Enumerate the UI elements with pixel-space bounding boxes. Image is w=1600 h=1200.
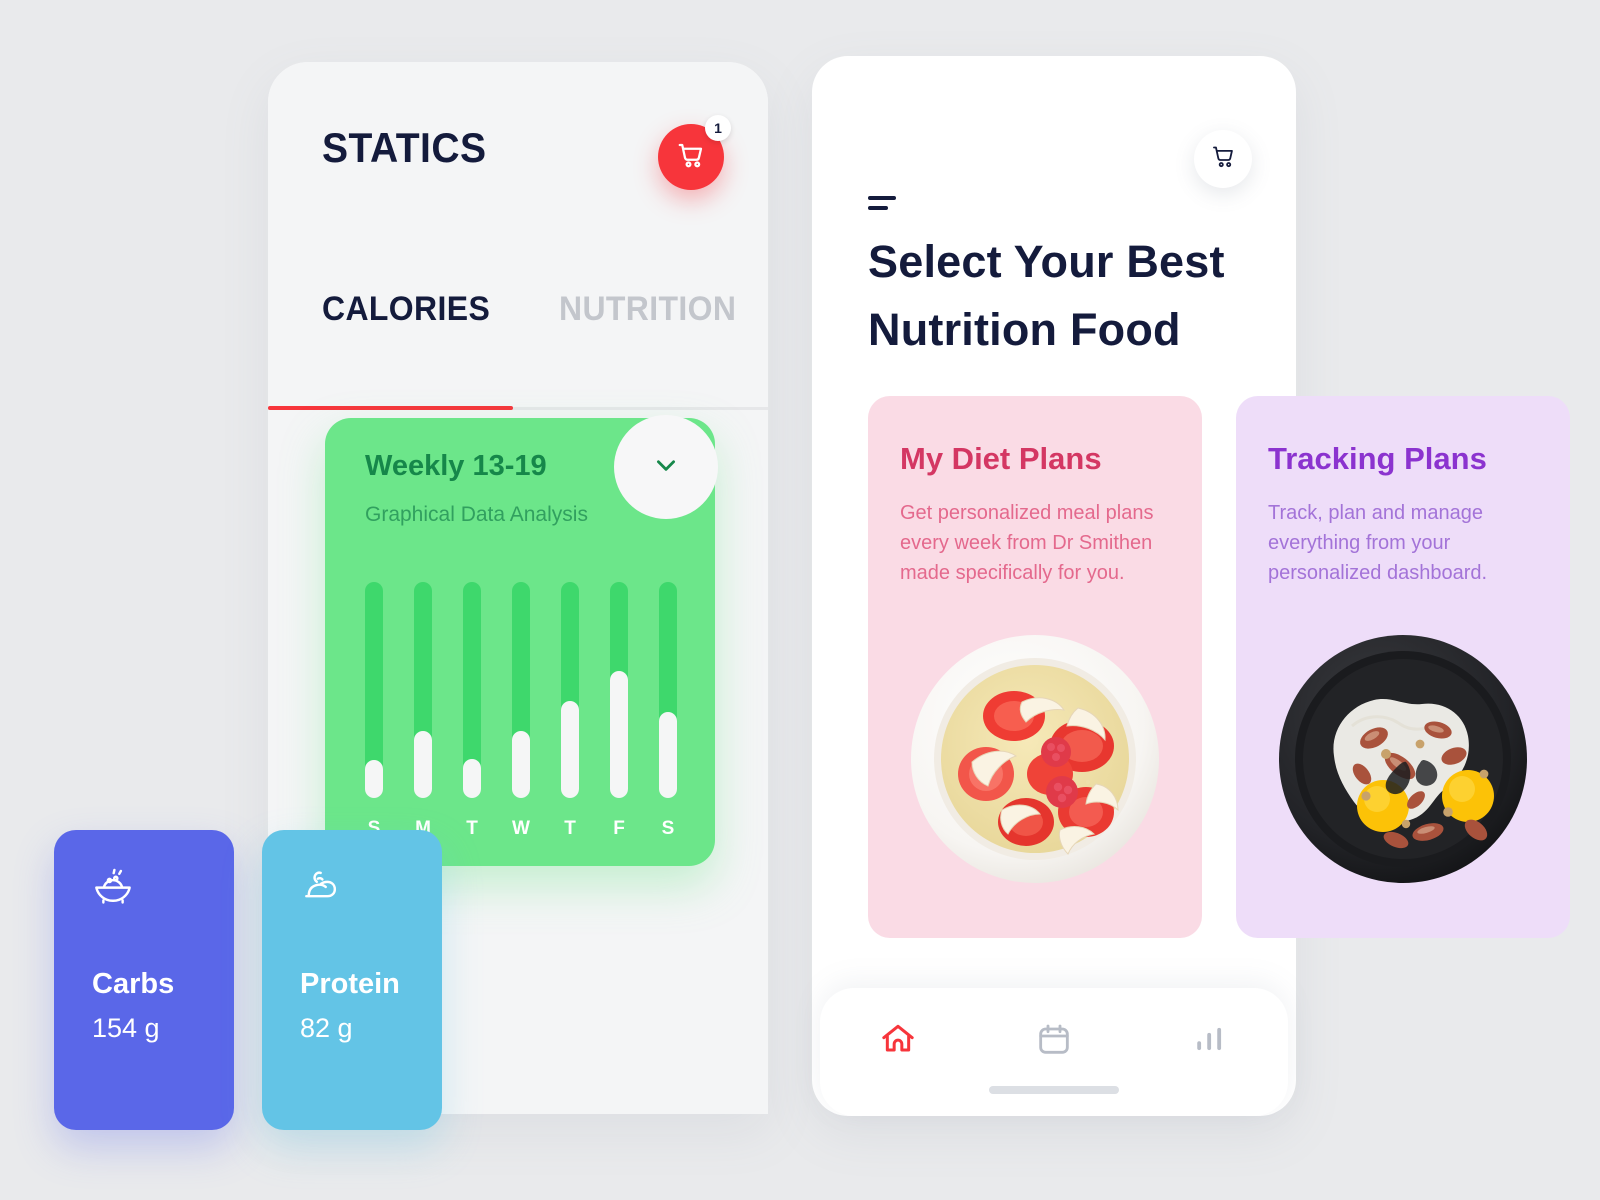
bar-fill-thursday <box>561 701 579 798</box>
plan-description-tracking: Track, plan and manage everything from y… <box>1268 502 1488 584</box>
axis-label-2: T <box>466 818 478 839</box>
plan-card-tracking[interactable]: Tracking Plans Track, plan and manage ev… <box>1236 396 1570 938</box>
bottom-navigation-bar <box>820 988 1288 1116</box>
nav-item-stats[interactable] <box>1132 1019 1288 1064</box>
bar-fill-sunday <box>365 760 383 798</box>
plan-title-diet: My Diet Plans <box>900 441 1102 476</box>
calendar-icon <box>1034 1019 1074 1064</box>
bar-track-sunday[interactable] <box>365 582 383 798</box>
home-indicator-bar <box>989 1086 1119 1094</box>
chart-subtitle: Graphical Data Analysis <box>365 503 588 526</box>
cart-badge-count: 1 <box>705 115 731 141</box>
bar-track-tuesday[interactable] <box>463 582 481 798</box>
nav-item-home[interactable] <box>820 1019 976 1064</box>
shopping-cart-icon <box>676 140 706 175</box>
plan-description-diet: Get personalized meal plans every week f… <box>900 502 1154 584</box>
macro-name-carbs: Carbs <box>92 968 175 1000</box>
shopping-cart-icon <box>1210 143 1237 175</box>
hamburger-menu-icon[interactable] <box>868 196 896 216</box>
bar-track-monday[interactable] <box>414 582 432 798</box>
bar-fill-friday <box>610 671 628 798</box>
nav-item-calendar[interactable] <box>976 1019 1132 1064</box>
axis-label-3: W <box>512 818 530 839</box>
macro-value-protein: 82 g <box>300 1013 353 1043</box>
macro-name-protein: Protein <box>300 968 400 1000</box>
chart-expand-button[interactable] <box>614 415 718 519</box>
chart-title: Weekly 13-19 <box>365 450 547 482</box>
weekly-bar-chart <box>365 582 677 798</box>
page-heading: Select Your Best Nutrition Food <box>868 236 1225 355</box>
bar-fill-saturday <box>659 712 677 798</box>
axis-label-6: S <box>661 818 675 839</box>
macro-value-carbs: 154 g <box>92 1013 160 1043</box>
bar-fill-wednesday <box>512 731 530 798</box>
nutrition-topbar <box>812 56 1296 216</box>
bar-track-saturday[interactable] <box>659 582 677 798</box>
macro-card-carbs[interactable]: Carbs 154 g <box>54 830 234 1130</box>
bicep-muscle-icon <box>300 864 442 910</box>
nutrition-cart-button[interactable] <box>1194 130 1252 188</box>
strawberry-porridge-bowl-image <box>910 634 1160 884</box>
bar-track-friday[interactable] <box>610 582 628 798</box>
bar-chart-icon <box>1190 1019 1230 1064</box>
cart-button[interactable]: 1 <box>658 115 731 190</box>
hamburger-line-top <box>868 196 896 200</box>
chevron-down-icon <box>653 452 679 483</box>
page-title: STATICS <box>322 124 487 171</box>
bar-fill-tuesday <box>463 759 481 798</box>
bar-fill-monday <box>414 731 432 798</box>
hamburger-line-bottom <box>868 206 888 210</box>
bar-track-thursday[interactable] <box>561 582 579 798</box>
rice-bowl-icon <box>92 864 234 910</box>
weekly-chart-card: Weekly 13-19 Graphical Data Analysis S M… <box>325 415 718 866</box>
fried-eggs-bacon-pan-image <box>1278 634 1528 884</box>
plan-card-diet[interactable]: My Diet Plans Get personalized meal plan… <box>868 396 1202 938</box>
tab-nutrition[interactable]: NUTRITION <box>559 290 736 375</box>
macro-card-protein[interactable]: Protein 82 g <box>262 830 442 1130</box>
tab-active-indicator <box>268 406 513 410</box>
home-icon <box>878 1019 918 1064</box>
axis-label-4: T <box>564 818 576 839</box>
tab-calories[interactable]: CALORIES <box>322 290 490 375</box>
bar-track-wednesday[interactable] <box>512 582 530 798</box>
tab-bar: CALORIES NUTRITION <box>268 290 768 375</box>
statistics-header: STATICS 1 CALORIES NUTRITION <box>268 62 768 410</box>
nav-items <box>820 1006 1288 1076</box>
axis-label-5: F <box>613 818 625 839</box>
plan-title-tracking: Tracking Plans <box>1268 441 1487 476</box>
